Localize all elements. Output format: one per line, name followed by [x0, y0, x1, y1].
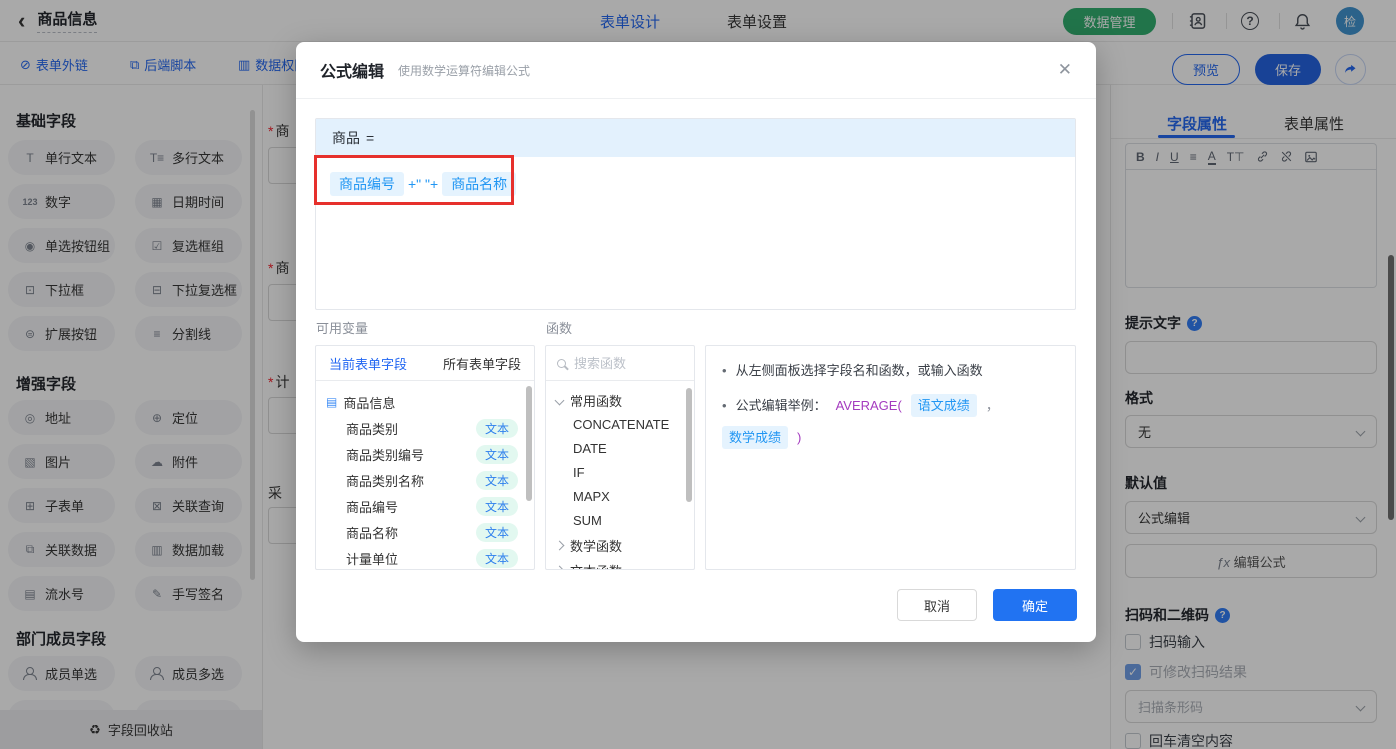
cancel-button[interactable]: 取消: [897, 589, 977, 621]
tip-line: • 从左侧面板选择字段名和函数，或输入函数: [722, 363, 983, 378]
chevron-right-icon: [554, 565, 565, 569]
function-group-math[interactable]: 数学函数: [554, 533, 694, 558]
field-token[interactable]: 商品名称: [442, 172, 517, 196]
app-root: ‹ 商品信息 表单设计 表单设置 数据管理 ? 检 ⊘ 表单外链 ⧉ 后端脚本 …: [0, 0, 1396, 749]
function-item[interactable]: CONCATENATE: [556, 413, 694, 437]
type-badge: 文本: [475, 496, 518, 516]
function-group-text[interactable]: 文本函数: [554, 558, 694, 569]
close-icon[interactable]: ✕: [1058, 60, 1072, 80]
function-item[interactable]: IF: [556, 461, 694, 485]
chevron-right-icon: [554, 540, 565, 551]
type-badge: 文本: [475, 548, 518, 568]
chevron-down-icon: [554, 395, 565, 406]
variable-row[interactable]: 商品类别编号 文本: [326, 441, 524, 467]
function-item[interactable]: DATE: [556, 437, 694, 461]
type-badge: 文本: [475, 418, 518, 438]
function-search-input[interactable]: [574, 355, 674, 371]
type-badge: 文本: [475, 522, 518, 542]
tips-panel: • 从左侧面板选择字段名和函数，或输入函数 • 公式编辑举例： AVERAGE(…: [705, 345, 1076, 570]
variables-label: 可用变量: [316, 321, 369, 336]
confirm-button[interactable]: 确定: [993, 589, 1077, 621]
formula-edit-modal: 公式编辑 使用数学运算符编辑公式 ✕ 商品 = 商品编号 +" "+ 商品名称 …: [296, 42, 1096, 642]
doc-icon: ▤: [326, 395, 338, 409]
formula-operator: +" "+: [408, 176, 439, 192]
variable-row[interactable]: 商品类别名称 文本: [326, 467, 524, 493]
search-icon: [557, 358, 566, 368]
field-token[interactable]: 商品编号: [330, 172, 404, 196]
function-group-common[interactable]: 常用函数: [554, 388, 694, 413]
function-item[interactable]: SUM: [556, 509, 694, 533]
example-token: 数学成绩: [722, 426, 789, 449]
variable-row[interactable]: 商品类别 文本: [326, 415, 524, 441]
variable-row[interactable]: 计量单位 文本: [326, 545, 524, 569]
tab-current-form-fields[interactable]: 当前表单字段: [329, 354, 407, 373]
type-badge: 文本: [475, 444, 518, 464]
formula-editor: 商品 = 商品编号 +" "+ 商品名称: [315, 118, 1076, 310]
variable-row[interactable]: 商品编号 文本: [326, 493, 524, 519]
tip-example-line: • 公式编辑举例： AVERAGE( 语文成绩 ， 数学成绩 ): [722, 394, 1059, 449]
type-badge: 文本: [475, 470, 518, 490]
function-item[interactable]: MAPX: [556, 485, 694, 509]
example-token: 语文成绩: [910, 394, 977, 417]
formula-expression[interactable]: 商品编号 +" "+ 商品名称: [316, 157, 1075, 211]
modal-subtitle: 使用数学运算符编辑公式: [398, 63, 531, 78]
variables-scrollbar[interactable]: [526, 386, 532, 501]
modal-header: 公式编辑 使用数学运算符编辑公式 ✕: [296, 42, 1096, 99]
modal-title: 公式编辑: [320, 64, 385, 81]
variable-row[interactable]: 商品名称 文本: [326, 519, 524, 545]
variables-panel: 当前表单字段 所有表单字段 ▤ 商品信息 商品类别 文本 商品类别编号 文本 商品类…: [315, 345, 535, 570]
function-search[interactable]: [546, 346, 694, 381]
functions-label: 函数: [546, 321, 573, 336]
tab-all-form-fields[interactable]: 所有表单字段: [443, 354, 521, 373]
formula-target: 商品 =: [316, 119, 1075, 157]
functions-panel: 常用函数 CONCATENATE DATE IF MAPX SUM 数学函数 文…: [545, 345, 695, 570]
functions-scrollbar[interactable]: [686, 388, 692, 502]
example-function: AVERAGE(: [835, 398, 902, 413]
tree-root-form[interactable]: ▤ 商品信息: [326, 389, 524, 415]
